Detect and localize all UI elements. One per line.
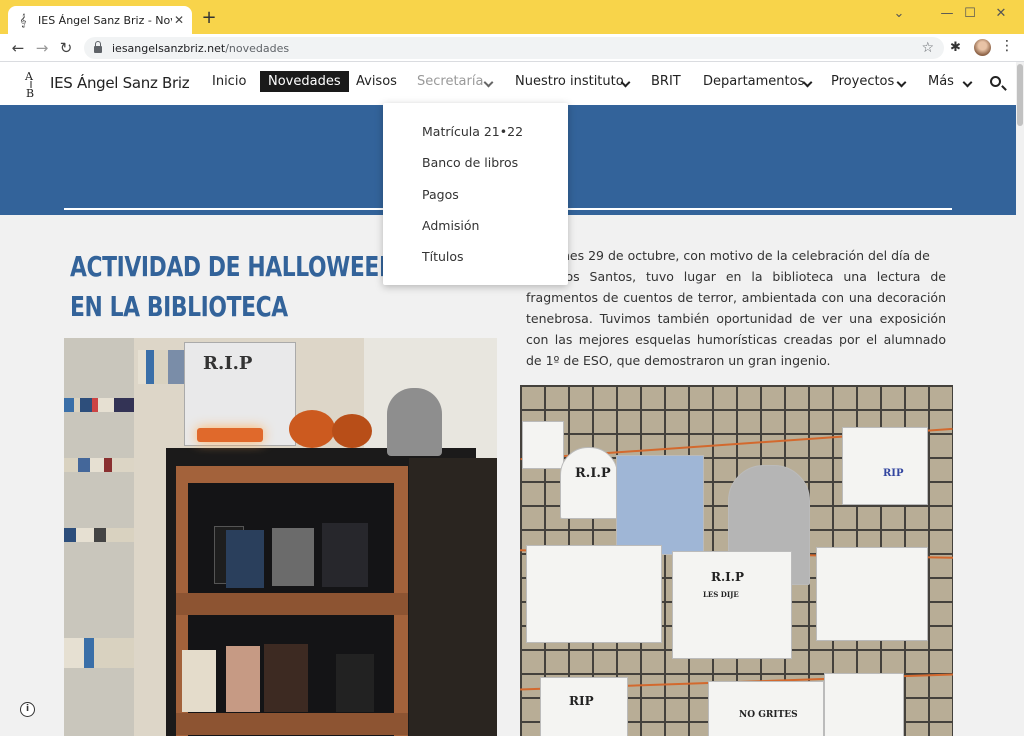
url-path: /novedades (225, 41, 290, 55)
book-cover (226, 530, 264, 588)
book-row (64, 458, 134, 472)
tab-search-icon: ⌄ (893, 5, 905, 21)
post-title[interactable]: ACTIVIDAD DE HALLOWEEN EN LA BIBLIOTECA (70, 247, 405, 327)
favicon-icon: 𝄞 (19, 13, 27, 27)
book-cover (336, 654, 374, 712)
dropdown-item-pagos[interactable]: Pagos (422, 187, 459, 202)
epitaph-caption: LES DIJE (703, 590, 739, 599)
book-row (138, 350, 184, 384)
rip-text: R.I.P (711, 570, 744, 584)
nav-item-avisos[interactable]: Avisos (356, 74, 397, 89)
browser-tab[interactable]: 𝄞 IES Ángel Sanz Briz - Novedades ✕ (8, 6, 192, 34)
main-content: ACTIVIDAD DE HALLOWEEN EN LA BIBLIOTECA … (0, 215, 1016, 736)
epitaph-drawing: R.I.P (560, 447, 618, 519)
chevron-down-icon[interactable]: ⌄ (876, 0, 922, 26)
tab-title: IES Ángel Sanz Briz - Novedades (38, 13, 172, 27)
black-cloth (409, 458, 497, 736)
address-bar[interactable]: iesangelsanzbriz.net/novedades ☆ (84, 37, 944, 59)
pumpkin (332, 414, 372, 448)
site-logo-icon[interactable]: A B (22, 68, 40, 98)
nav-item-proyectos[interactable]: Proyectos (831, 74, 894, 89)
book-row (64, 638, 134, 668)
browser-titlebar: 𝄞 IES Ángel Sanz Briz - Novedades ✕ + ⌄ … (0, 0, 1024, 34)
nav-item-inicio[interactable]: Inicio (212, 74, 246, 89)
bookmark-star-icon[interactable]: ☆ (921, 40, 934, 56)
epitaphs-exhibition-photo[interactable]: R.I.P RIP R.I.P LES DIJE RIP NO GRITES (520, 385, 953, 736)
browser-menu-icon[interactable]: ⋮ (1000, 38, 1014, 54)
profile-avatar[interactable] (974, 39, 991, 56)
url-text: iesangelsanzbriz.net/novedades (112, 42, 289, 55)
book-cover (272, 528, 314, 586)
nav-item-nuestro-instituto[interactable]: Nuestro instituto (515, 74, 624, 89)
book-cover (322, 523, 368, 587)
post-text-line2: los Santos, tuvo lugar en la biblioteca … (562, 269, 946, 284)
site-header: A B IES Ángel Sanz Briz Inicio Novedades… (0, 62, 1016, 105)
epitaph-drawing (816, 547, 928, 641)
halloween-library-photo[interactable]: R.I.P (64, 338, 497, 736)
info-icon[interactable]: i (20, 702, 35, 717)
post-body: nes 29 de octubre, con motivo de la cele… (526, 245, 946, 371)
back-button[interactable]: ← (8, 38, 28, 58)
post-text-rest: fragmentos de cuentos de terror, ambient… (526, 290, 946, 368)
epitaph-drawing (526, 545, 662, 643)
search-icon[interactable] (990, 76, 1001, 87)
url-host: iesangelsanzbriz.net (112, 41, 226, 55)
nav-item-secretaria[interactable]: Secretaría (417, 74, 483, 89)
reload-button[interactable]: ↻ (56, 38, 76, 58)
book-row (64, 528, 134, 542)
epitaph-drawing (616, 455, 704, 555)
rip-text: R.I.P (203, 353, 253, 374)
book-cover (226, 646, 260, 712)
tombstone-decoration (387, 388, 442, 456)
scrollbar-thumb[interactable] (1017, 64, 1023, 126)
secretaria-dropdown-menu: Matrícula 21•22 Banco de libros Pagos Ad… (383, 103, 568, 285)
dropdown-item-titulos[interactable]: Títulos (422, 249, 464, 264)
rip-text: RIP (883, 468, 904, 479)
book-cover (264, 644, 308, 712)
book-row (64, 398, 134, 412)
pumpkin (289, 410, 335, 448)
chevron-down-icon[interactable] (962, 77, 973, 88)
extensions-icon[interactable]: ✱ (950, 40, 961, 55)
dropdown-item-admision[interactable]: Admisión (422, 218, 479, 233)
book-cover (182, 650, 216, 712)
epitaph-caption: NO GRITES (739, 710, 798, 720)
svg-text:B: B (26, 87, 34, 98)
svg-text:A: A (24, 70, 34, 83)
nav-item-departamentos[interactable]: Departamentos (703, 74, 804, 89)
forward-button[interactable]: → (32, 38, 52, 58)
nav-item-novedades[interactable]: Novedades (260, 71, 349, 92)
rip-text: R.I.P (575, 466, 611, 481)
page-scrollbar[interactable] (1016, 62, 1024, 736)
rip-text: RIP (569, 694, 594, 708)
post-text-line1: nes 29 de octubre, con motivo de la cele… (562, 248, 930, 263)
dropdown-item-matricula[interactable]: Matrícula 21•22 (422, 124, 523, 139)
dropdown-item-banco-de-libros[interactable]: Banco de libros (422, 155, 518, 170)
shelf-plank (176, 593, 408, 615)
epitaph-drawing (522, 421, 564, 469)
shelf-plank (176, 713, 408, 735)
browser-toolbar: ← → ↻ iesangelsanzbriz.net/novedades ☆ ✱… (0, 34, 1024, 62)
epitaph-drawing: RIP (842, 427, 928, 505)
epitaph-drawing: R.I.P LES DIJE (672, 551, 792, 659)
nav-item-mas[interactable]: Más (928, 74, 954, 89)
lock-icon (94, 41, 102, 53)
epitaph-drawing: NO GRITES (708, 681, 824, 736)
epitaph-drawing (824, 673, 904, 736)
close-tab-icon[interactable]: ✕ (174, 13, 184, 27)
new-tab-button[interactable]: + (200, 9, 218, 27)
candles (197, 428, 263, 442)
window-close-button[interactable]: ✕ (978, 0, 1024, 26)
chevron-down-icon[interactable] (483, 77, 494, 88)
nav-item-brit[interactable]: BRIT (651, 74, 681, 89)
site-title[interactable]: IES Ángel Sanz Briz (50, 74, 190, 92)
epitaph-drawing: RIP (540, 677, 628, 736)
chevron-down-icon[interactable] (896, 77, 907, 88)
